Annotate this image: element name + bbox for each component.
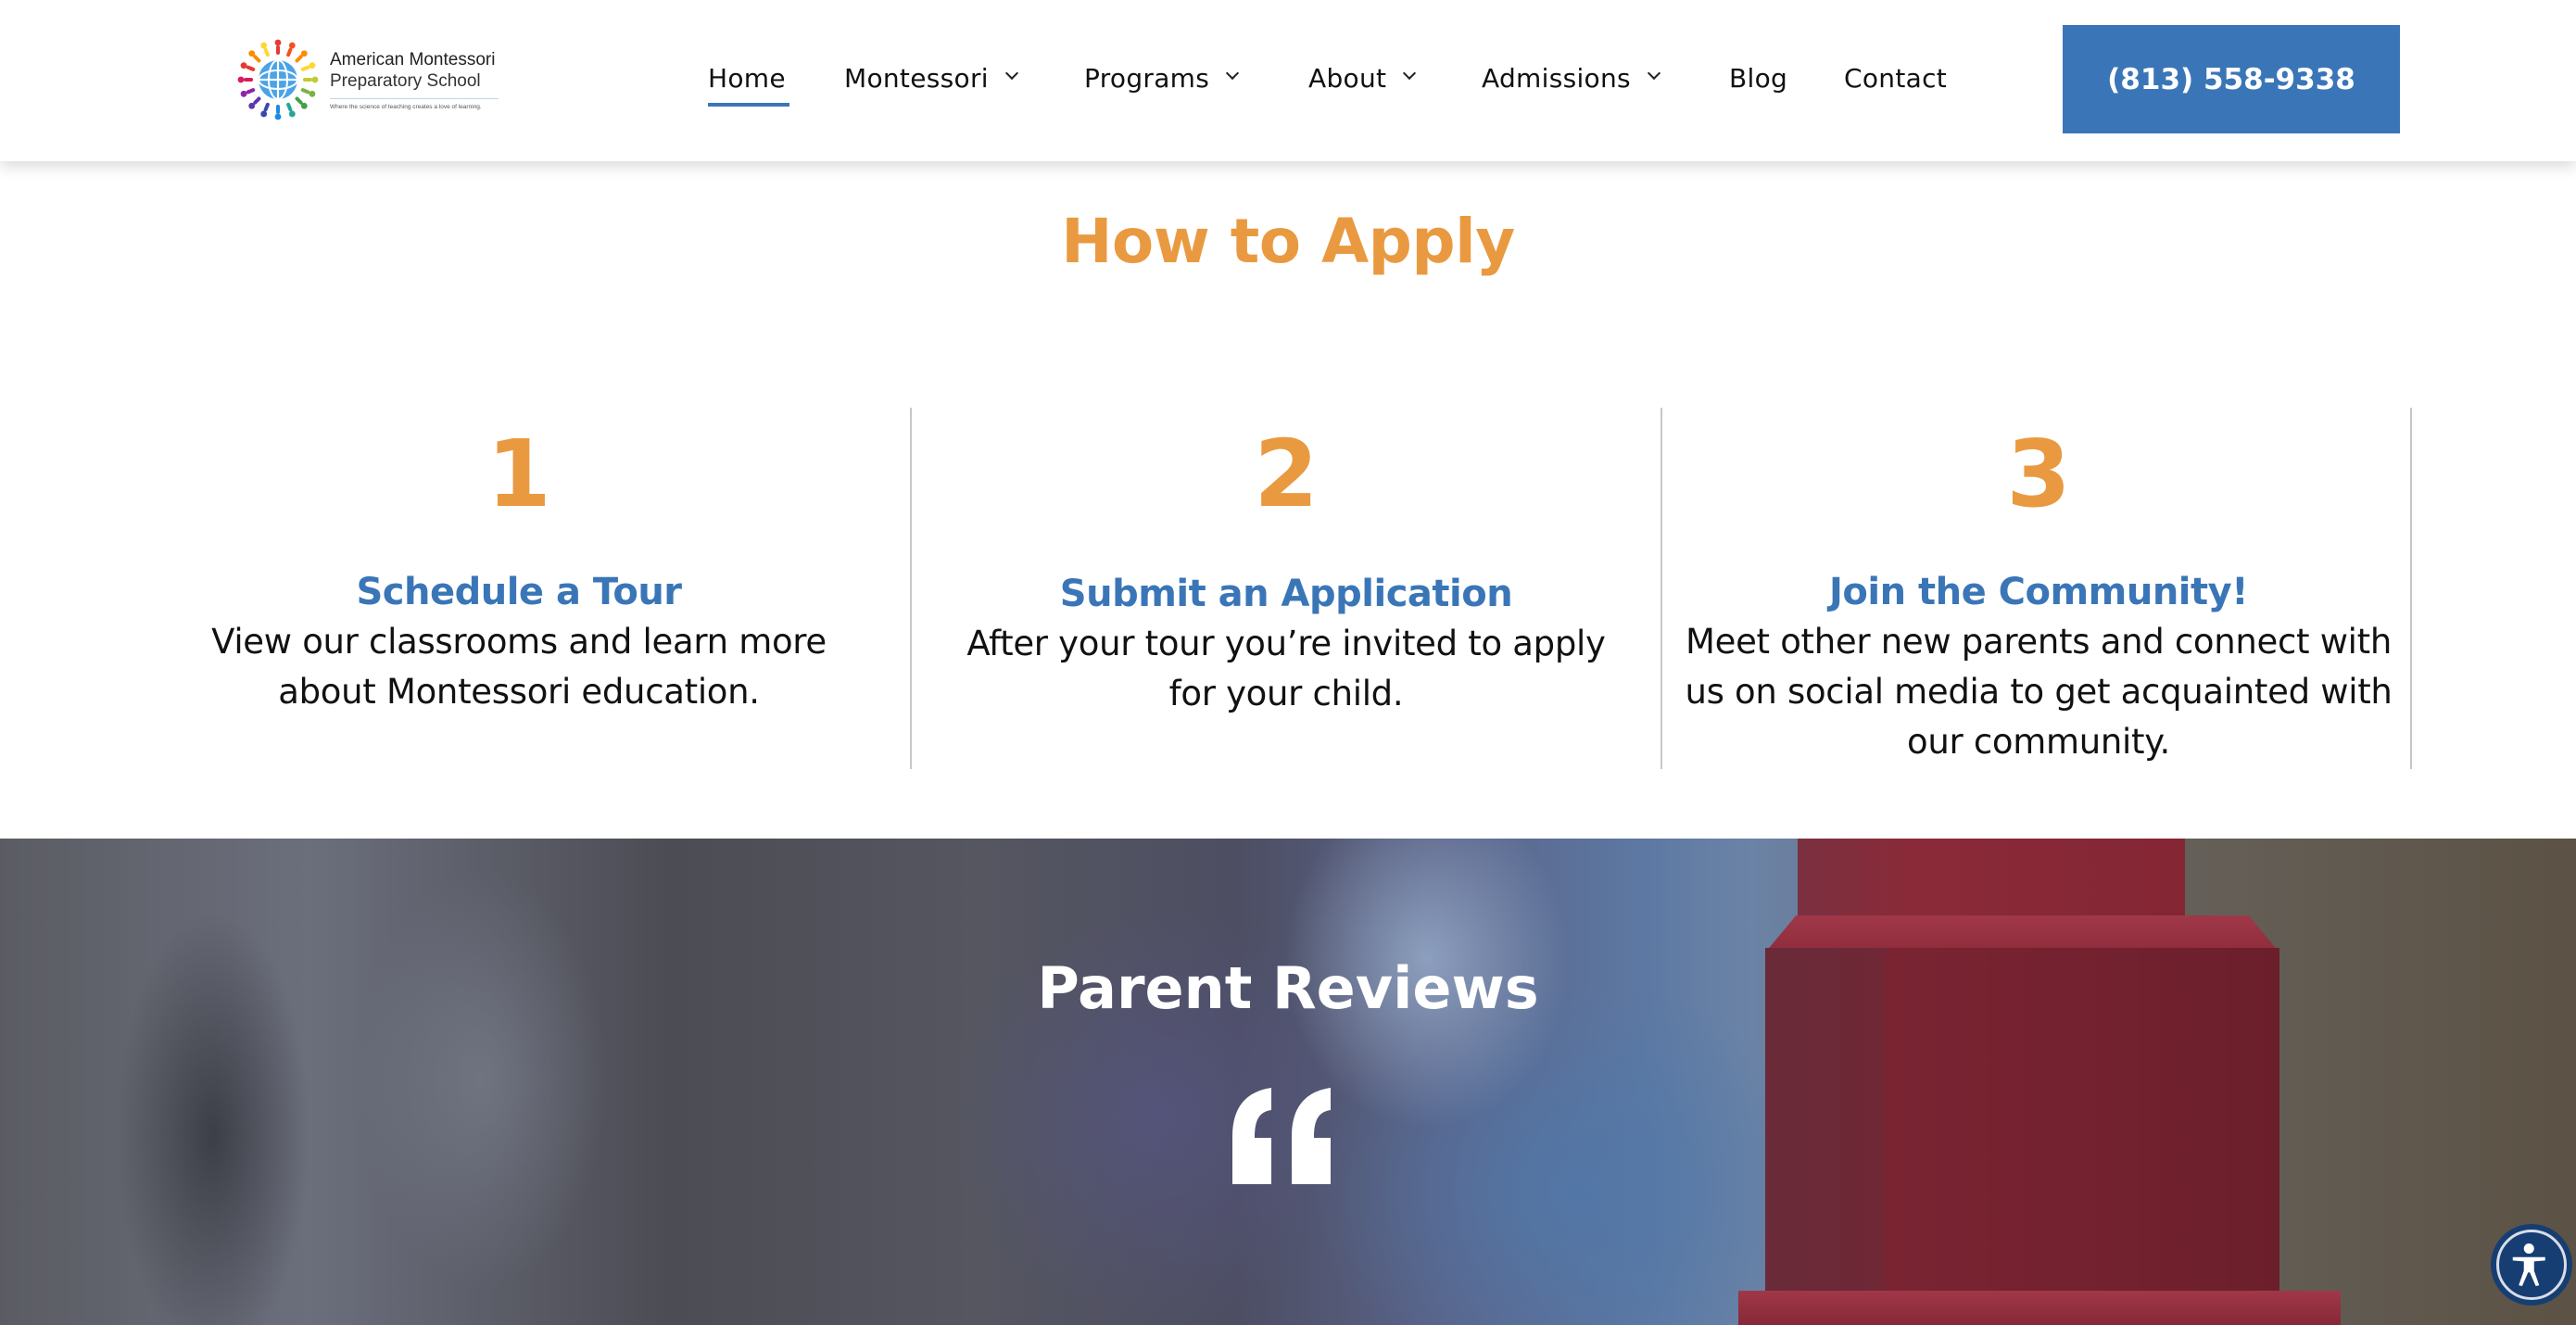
nav-montessori-label: Montessori (844, 62, 989, 94)
step-number: 1 (486, 420, 551, 528)
logo-name-line2: Preparatory School (330, 71, 481, 91)
accessibility-ring (2496, 1230, 2567, 1300)
section-title: How to Apply (1061, 206, 1515, 277)
nav-contact[interactable]: Contact (1844, 57, 1947, 98)
step-number: 3 (2006, 420, 2071, 528)
phone-call-button[interactable]: (813) 558-9338 (2063, 25, 2400, 133)
step-heading: Schedule a Tour (356, 571, 682, 613)
accessibility-button[interactable] (2491, 1224, 2572, 1306)
step-number: 2 (1254, 420, 1319, 528)
parent-reviews-section (0, 839, 2576, 1325)
nav-blog[interactable]: Blog (1729, 57, 1787, 98)
nav-home[interactable]: Home (708, 57, 786, 98)
logo-tagline: Where the science of teaching creates a … (330, 104, 482, 110)
site-header: American Montessori Preparatory School W… (0, 0, 2576, 161)
step-heading: Join the Community! (1829, 571, 2248, 613)
nav-admissions[interactable]: Admissions (1482, 57, 1659, 98)
step-description: After your tour you’re invited to apply … (966, 624, 1606, 713)
nav-home-label: Home (708, 62, 786, 94)
column-divider (1661, 408, 1662, 769)
site-logo[interactable]: American Montessori Preparatory School W… (234, 33, 511, 126)
globe-sunburst-logo-icon (237, 39, 319, 120)
chevron-down-icon (1648, 69, 1659, 80)
active-nav-underline (708, 103, 789, 107)
logo-rule (330, 98, 499, 99)
nav-blog-label: Blog (1729, 62, 1788, 94)
nav-about-label: About (1308, 62, 1387, 94)
step-heading: Submit an Application (1059, 573, 1513, 615)
nav-montessori[interactable]: Montessori (844, 57, 1017, 98)
step-description: View our classrooms and learn more about… (211, 622, 827, 712)
nav-about[interactable]: About (1308, 57, 1414, 98)
chevron-down-icon (1226, 69, 1237, 80)
column-divider (910, 408, 912, 769)
nav-admissions-label: Admissions (1482, 62, 1631, 94)
quote-icon (1232, 1088, 1331, 1184)
chevron-down-icon (1005, 69, 1017, 80)
logo-name-line1: American Montessori (330, 50, 496, 69)
step-card: 3 Join the Community! Meet other new par… (1677, 408, 2400, 769)
reviews-title: Parent Reviews (1037, 954, 1539, 1022)
nav-programs-label: Programs (1084, 62, 1210, 94)
step-card: 1 Schedule a Tour View our classrooms an… (185, 408, 852, 769)
nav-programs[interactable]: Programs (1084, 57, 1237, 98)
step-card: 2 Submit an Application After your tour … (927, 408, 1646, 769)
accessibility-icon (2512, 1243, 2545, 1287)
nav-contact-label: Contact (1844, 62, 1948, 94)
column-divider (2410, 408, 2412, 769)
step-description: Meet other new parents and connect with … (1685, 622, 2393, 762)
chevron-down-icon (1403, 69, 1414, 80)
